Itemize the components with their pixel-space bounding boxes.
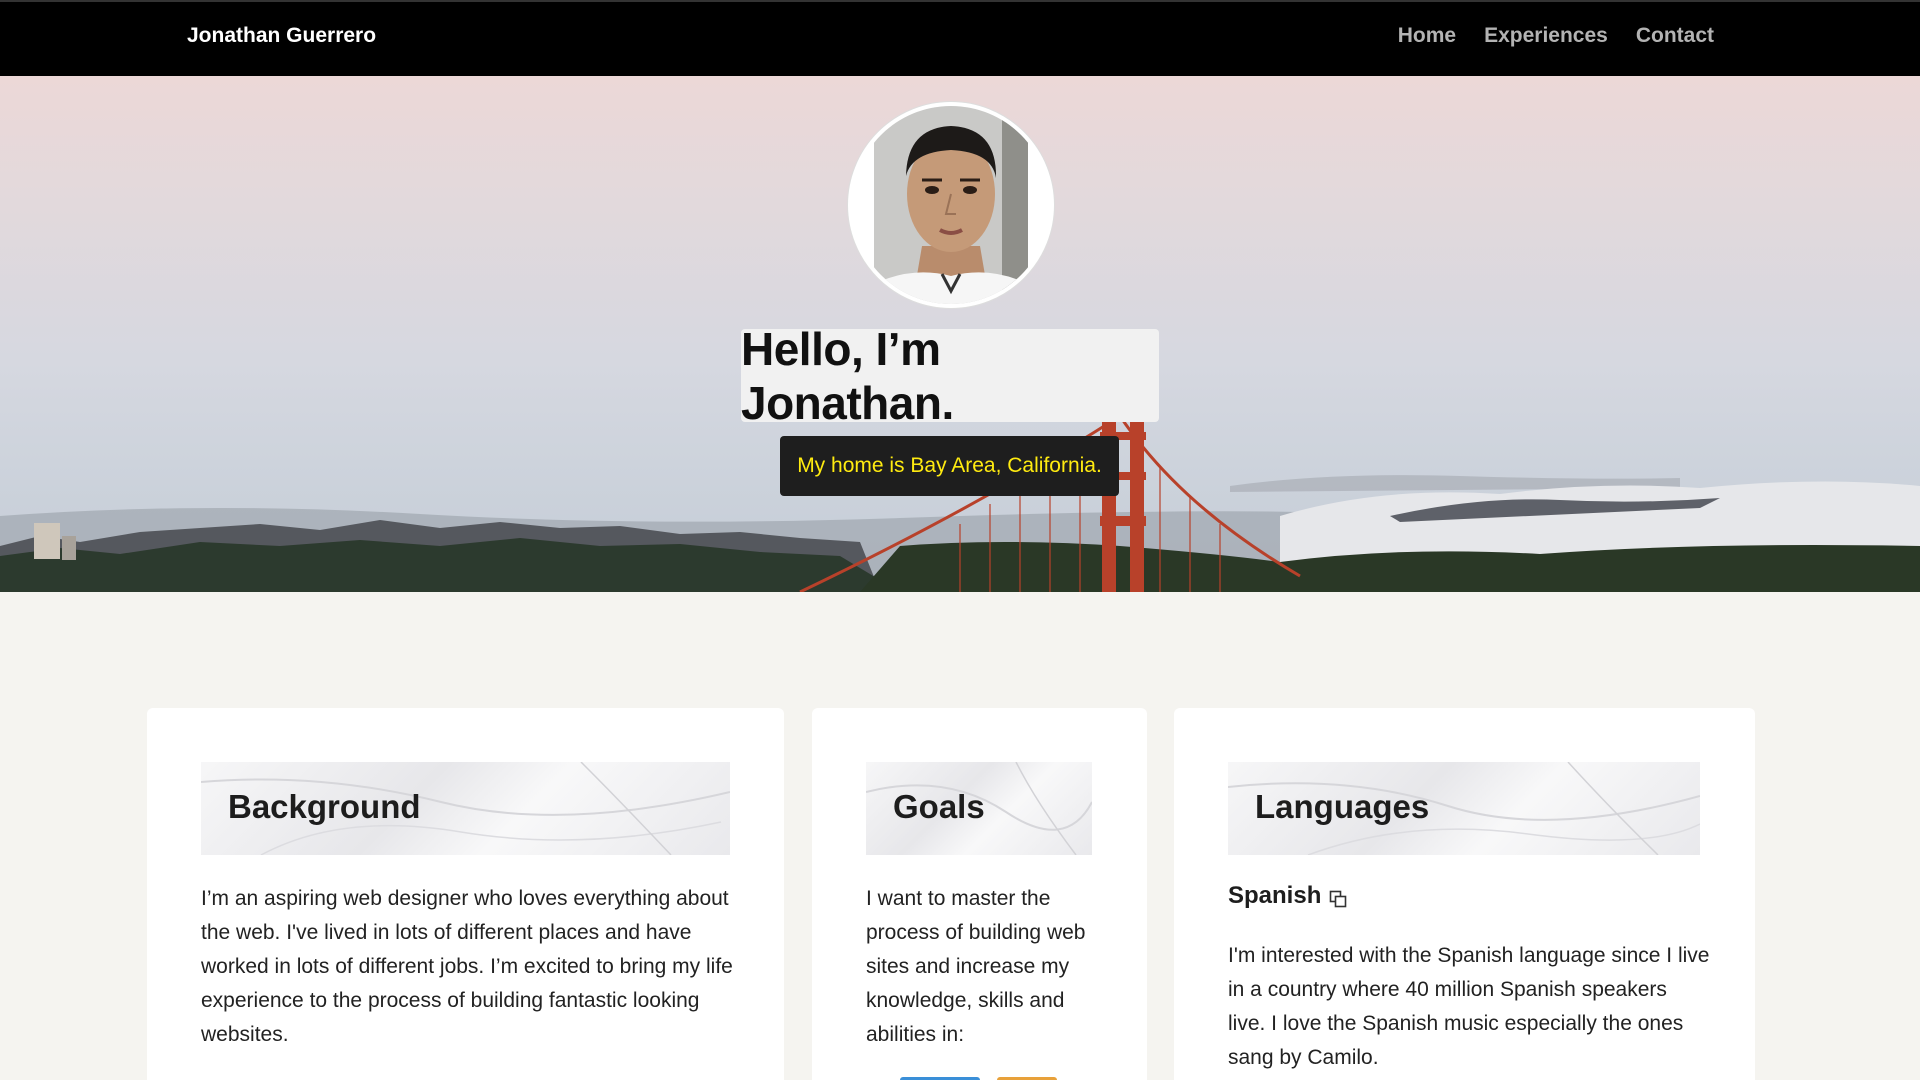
nav-link-contact[interactable]: Contact — [1636, 24, 1714, 48]
main-nav: Home Experiences Contact — [1398, 24, 1714, 48]
profile-photo-image — [874, 106, 1028, 304]
background-card: Background I’m an aspiring web designer … — [147, 708, 784, 1080]
background-card-header: Background — [201, 762, 730, 855]
language-name: Spanish — [1228, 882, 1322, 909]
hero-location-text: My home is Bay Area, California. — [797, 454, 1102, 477]
top-navbar: Jonathan Guerrero Home Experiences Conta… — [0, 0, 1920, 76]
languages-card: Languages Spanish I'm interested with th… — [1174, 708, 1755, 1080]
profile-avatar — [848, 102, 1054, 308]
goals-card: Goals I want to master the process of bu… — [812, 708, 1147, 1080]
hero-greeting-heading: Hello, I’m Jonathan. — [741, 322, 954, 429]
hero-location-box: My home is Bay Area, California. — [780, 436, 1119, 496]
brand-link[interactable]: Jonathan Guerrero — [187, 24, 376, 48]
hero-banner: Hello, I’m Jonathan. My home is Bay Area… — [0, 76, 1920, 592]
background-text: I’m an aspiring web designer who loves e… — [201, 887, 733, 1046]
goals-text: I want to master the process of building… — [866, 887, 1086, 1046]
language-heading: Spanish — [1228, 882, 1347, 910]
background-title: Background — [228, 788, 421, 825]
languages-title: Languages — [1255, 788, 1430, 825]
hero-greeting-box: Hello, I’m Jonathan. — [741, 323, 1159, 429]
goals-card-header: Goals — [866, 762, 1092, 855]
languages-card-header: Languages — [1228, 762, 1700, 855]
languages-text: I'm interested with the Spanish language… — [1228, 944, 1710, 1069]
goals-title: Goals — [893, 788, 985, 825]
copy-icon[interactable] — [1329, 887, 1347, 908]
nav-link-home[interactable]: Home — [1398, 24, 1456, 48]
nav-link-experiences[interactable]: Experiences — [1484, 24, 1608, 48]
